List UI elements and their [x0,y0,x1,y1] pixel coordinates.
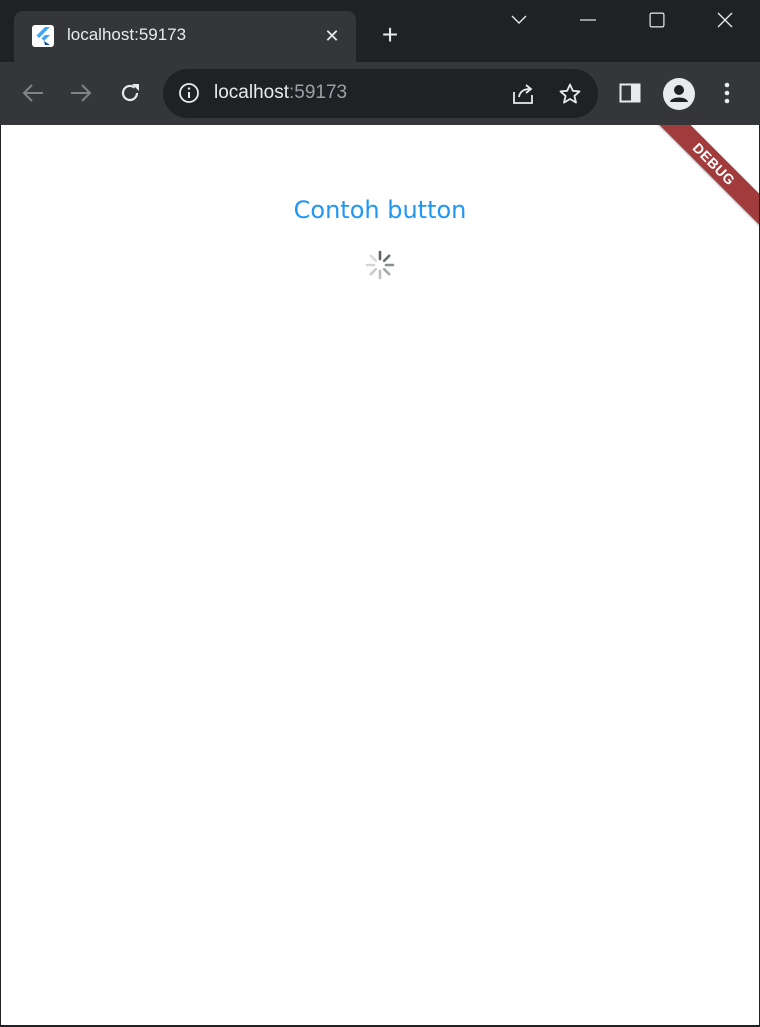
share-button[interactable] [510,81,536,107]
bookmark-button[interactable] [557,81,583,107]
info-icon [179,83,199,103]
new-tab-button[interactable]: + [376,21,404,50]
arrow-left-icon [22,84,43,102]
star-icon [559,83,581,104]
page-viewport: Contoh button DEBUG [1,125,759,1025]
reload-icon [121,84,139,102]
minimize-button[interactable] [565,0,611,40]
url-text[interactable]: localhost:59173 [214,82,347,104]
side-panel-icon [619,83,641,103]
url-host: localhost [214,82,289,103]
profile-button[interactable] [663,78,695,110]
close-icon [717,12,733,28]
browser-window: localhost:59173 ✕ + localhost:59173 Cont… [0,0,760,1027]
chevron-down-icon [511,15,527,24]
tab-strip: localhost:59173 ✕ + [0,0,760,62]
tab-title: localhost:59173 [67,25,187,44]
url-port: :59173 [289,82,348,103]
site-info-button[interactable] [177,81,201,105]
arrow-right-icon [71,84,92,102]
menu-button[interactable] [710,76,744,110]
browser-tab[interactable]: localhost:59173 ✕ [14,11,356,62]
loading-spinner-icon [365,250,395,280]
more-vertical-icon [724,82,730,104]
tab-close-button[interactable]: ✕ [320,24,344,48]
share-icon [513,84,533,104]
window-close-button[interactable] [702,0,748,40]
maximize-icon [649,12,665,28]
minimize-icon [580,19,596,21]
person-icon [670,85,688,102]
maximize-button[interactable] [634,0,680,40]
reload-button[interactable] [113,76,147,110]
tab-search-button[interactable] [496,0,542,40]
forward-button[interactable] [64,76,98,110]
address-bar[interactable]: localhost:59173 [163,69,598,118]
side-panel-button[interactable] [613,76,647,110]
back-button[interactable] [16,76,50,110]
flutter-icon [32,25,54,47]
contoh-button[interactable]: Contoh button [1,195,759,225]
browser-toolbar: localhost:59173 [0,62,760,125]
